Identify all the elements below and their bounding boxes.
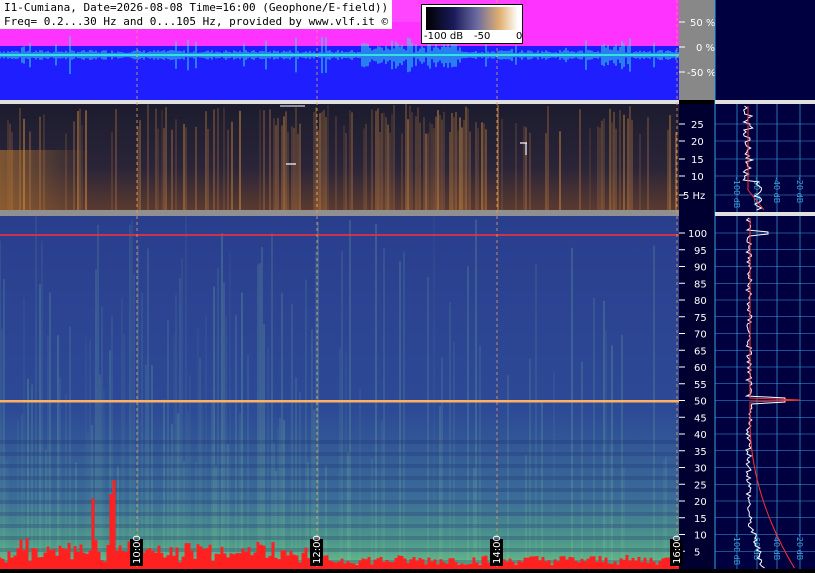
low-frequency-tick-label: 20 bbox=[691, 137, 704, 148]
time-label: 10:00 bbox=[132, 535, 143, 564]
header-line-2: Freq= 0.2...30 Hz and 0...105 Hz, provid… bbox=[4, 15, 389, 28]
high-frequency-tick-label: 5 bbox=[694, 547, 700, 558]
time-label: 12:00 bbox=[312, 535, 323, 564]
colorbar-label: -100 dB bbox=[424, 31, 464, 42]
colorbar-legend: -100 dB -50 0 bbox=[421, 4, 523, 44]
high-frequency-spectrogram bbox=[0, 216, 680, 569]
50hz-line bbox=[0, 400, 679, 403]
spectrum-db-label: -20 dB bbox=[795, 534, 804, 560]
high-frequency-tick-label: 100 bbox=[688, 229, 707, 240]
high-frequency-tick-label: 90 bbox=[694, 263, 707, 274]
high-frequency-tick-label: 75 bbox=[694, 313, 707, 324]
high-frequency-tick-label: 35 bbox=[694, 447, 707, 458]
spectrum-db-label: -40 dB bbox=[772, 534, 781, 560]
high-frequency-tick-label: 15 bbox=[694, 514, 707, 525]
colorbar-label: 0 bbox=[516, 31, 523, 42]
high-frequency-tick-label: 25 bbox=[694, 480, 707, 491]
high-frequency-axis: 100 95 90 85 80 75 70 65 60 55 50 45 40 35 30 25 20 15 10 5 bbox=[679, 216, 715, 569]
panel-separator bbox=[0, 210, 679, 216]
spectrum-panel: -100 dB -60 dB -40 dB -20 dB -100 dB -60… bbox=[714, 0, 815, 569]
high-frequency-tick-label: 20 bbox=[694, 497, 707, 508]
high-frequency-tick-label: 85 bbox=[694, 279, 707, 290]
low-frequency-axis: 25 20 15 10 5 Hz bbox=[679, 104, 715, 216]
colorbar-label: -50 bbox=[474, 31, 491, 42]
spectrum-db-label: -20 dB bbox=[795, 177, 804, 203]
time-label: 14:00 bbox=[492, 535, 503, 564]
low-frequency-tick-label: 5 Hz bbox=[683, 191, 705, 202]
high-frequency-tick-label: 95 bbox=[694, 246, 707, 257]
low-frequency-tick-label: 15 bbox=[691, 155, 704, 166]
spectrum-db-label: -40 dB bbox=[772, 177, 781, 203]
spectrum-db-label: -100 dB bbox=[732, 534, 741, 565]
low-frequency-tick-label: 10 bbox=[691, 172, 704, 183]
amplitude-axis: 50 % 0 % -50 % bbox=[679, 0, 716, 100]
panel-separator bbox=[0, 100, 679, 104]
colorbar-gradient bbox=[426, 7, 518, 30]
vlf-spectrogram-viewer: 50 % 0 % -50 % 25 20 15 10 5 Hz 100 95 9… bbox=[0, 0, 815, 569]
high-frequency-tick-label: 80 bbox=[694, 296, 707, 307]
low-frequency-spectrogram bbox=[0, 104, 679, 210]
high-frequency-tick-label: 30 bbox=[694, 464, 707, 475]
high-frequency-tick-label: 55 bbox=[694, 380, 707, 391]
header-title: I1-Cumiana, Date=2026-08-08 Time=16:00 (… bbox=[0, 0, 393, 29]
high-frequency-tick-label: 65 bbox=[694, 346, 707, 357]
high-frequency-tick-label: 60 bbox=[694, 363, 707, 374]
high-frequency-tick-label: 40 bbox=[694, 430, 707, 441]
spectrum-db-label: -100 dB bbox=[732, 177, 741, 208]
high-frequency-tick-label: 10 bbox=[694, 531, 707, 542]
amplitude-tick-label: 50 % bbox=[690, 18, 715, 29]
high-frequency-tick-label: 50 bbox=[694, 397, 707, 408]
amplitude-tick-label: -50 % bbox=[687, 68, 716, 79]
time-label: 16:00 bbox=[672, 535, 683, 564]
high-frequency-tick-label: 45 bbox=[694, 413, 707, 424]
amplitude-tick-label: 0 % bbox=[696, 43, 715, 54]
low-frequency-tick-label: 25 bbox=[691, 120, 704, 131]
header-line-1: I1-Cumiana, Date=2026-08-08 Time=16:00 (… bbox=[4, 1, 389, 14]
high-frequency-tick-label: 70 bbox=[694, 330, 707, 341]
spectrogram-canvas: 50 % 0 % -50 % 25 20 15 10 5 Hz 100959085807… bbox=[0, 0, 815, 569]
